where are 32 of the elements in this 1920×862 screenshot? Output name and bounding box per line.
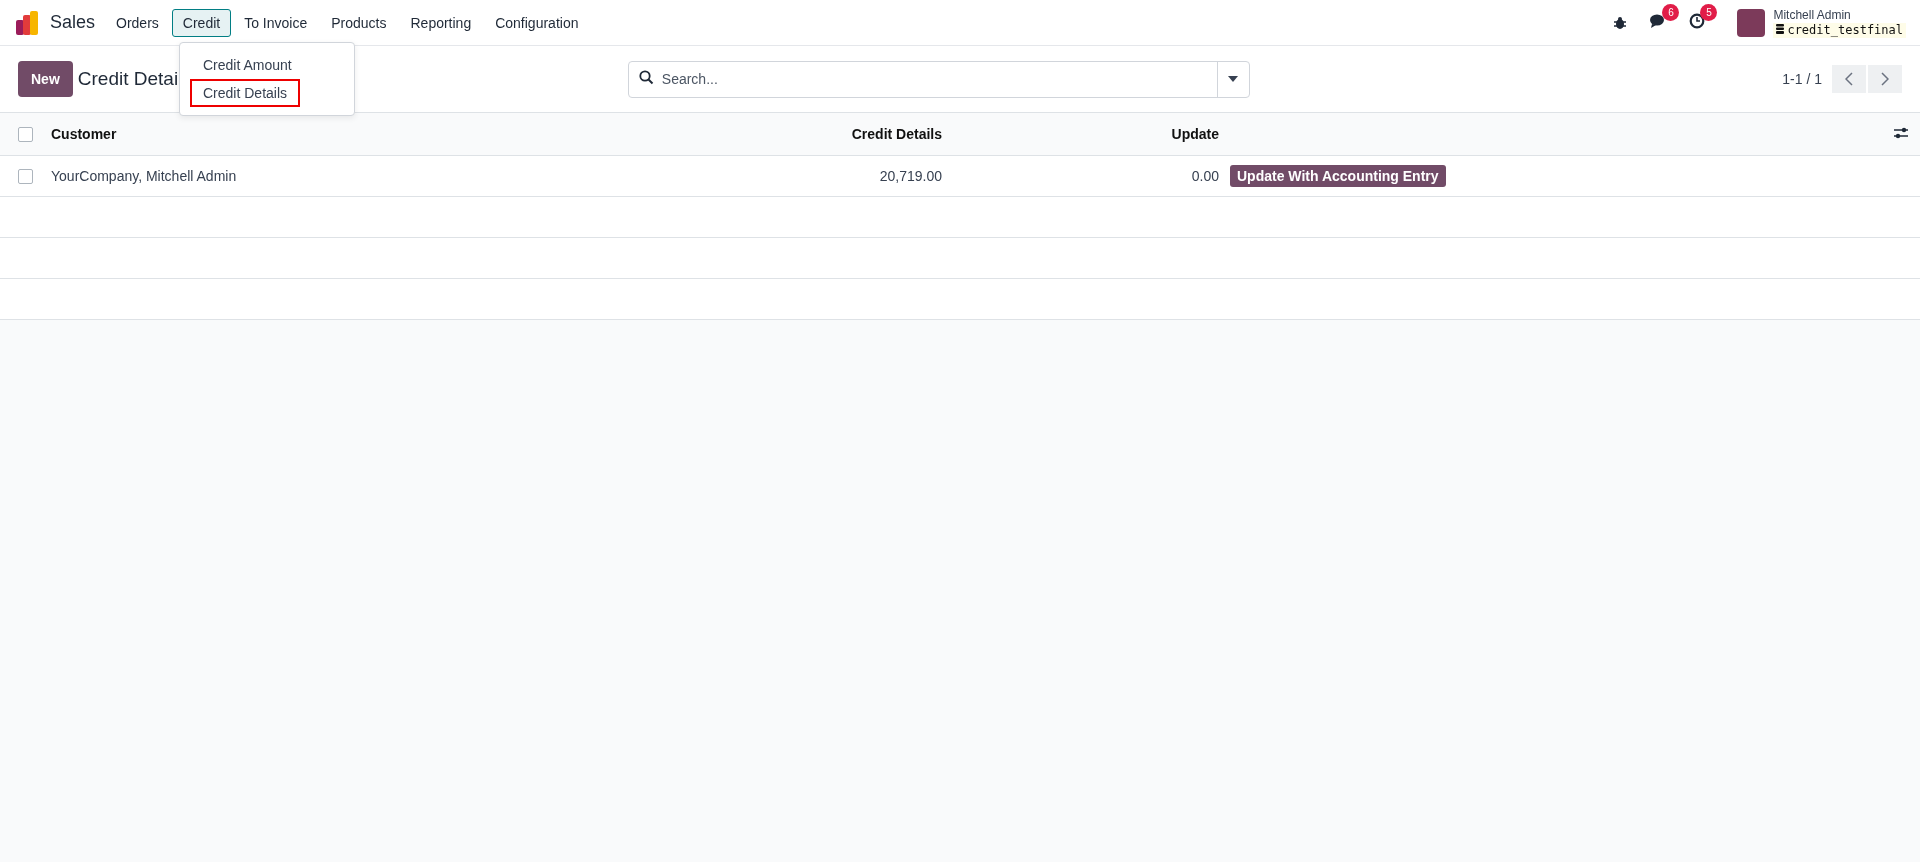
table-cell: 0.00: [1191, 168, 1219, 184]
menu-item[interactable]: Products: [320, 8, 398, 37]
menu-item[interactable]: Credit: [171, 8, 232, 37]
menu-item[interactable]: Configuration: [484, 8, 590, 37]
table-cell: YourCompany, Mitchell Admin: [51, 168, 237, 184]
menu-item[interactable]: Reporting: [399, 8, 483, 37]
caret-icon: [1228, 76, 1239, 82]
chevron-left-icon: [1845, 72, 1853, 86]
column-header[interactable]: Update: [943, 112, 1220, 156]
select-all-checkbox[interactable]: [18, 126, 33, 142]
menu-item[interactable]: To Invoice: [233, 8, 319, 37]
row-checkbox[interactable]: [18, 168, 33, 184]
dropdown-item[interactable]: Credit Amount: [190, 51, 305, 79]
update-entry-button[interactable]: Update With Accounting Entry: [1230, 165, 1446, 187]
pager-text: 1-1 / 1: [1782, 71, 1822, 87]
avatar[interactable]: [1737, 8, 1766, 37]
notification-badge: 5: [1700, 3, 1718, 21]
app-name[interactable]: Sales: [50, 12, 96, 33]
dropdown-item[interactable]: Credit Details: [190, 79, 301, 107]
user-name: Mitchell Admin: [1773, 7, 1852, 23]
app-logo-icon[interactable]: [14, 9, 40, 36]
page-title: Credit Detai: [77, 68, 180, 90]
search-field[interactable]: Search...: [627, 60, 1250, 98]
notification-badge: 6: [1662, 3, 1680, 21]
new-button[interactable]: New: [18, 61, 73, 97]
database-name: credit_testfinal: [1787, 22, 1903, 38]
column-header[interactable]: Customer: [50, 112, 743, 156]
chevron-right-icon: [1881, 72, 1889, 86]
menu-item[interactable]: Orders: [105, 8, 170, 37]
table-cell: 20,719.00: [879, 168, 942, 184]
column-header[interactable]: Credit Details: [743, 112, 943, 156]
bug-icon[interactable]: [1613, 15, 1628, 30]
